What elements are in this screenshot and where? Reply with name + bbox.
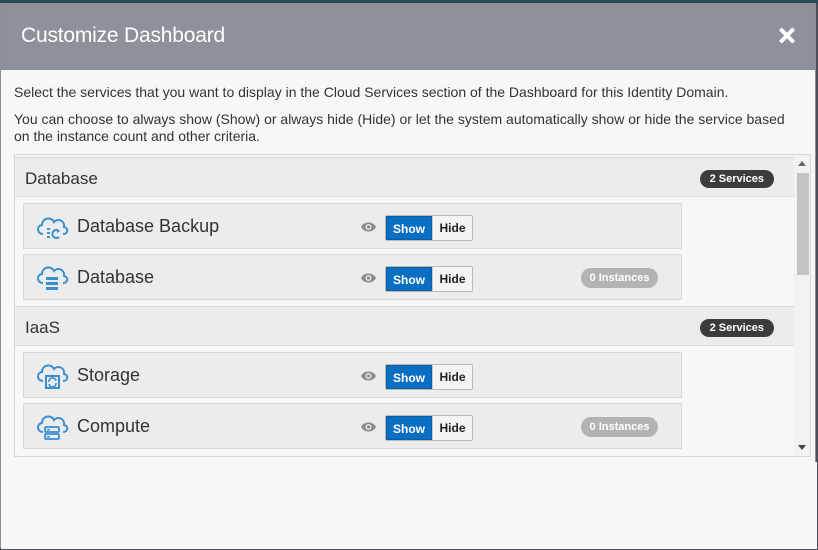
service-name: Compute bbox=[77, 416, 151, 436]
show-button[interactable]: Show bbox=[386, 216, 432, 240]
dialog-title: Customize Dashboard bbox=[21, 24, 225, 47]
scroll-up-arrow-icon[interactable] bbox=[798, 161, 806, 166]
section-title: IaaS bbox=[25, 318, 60, 337]
hide-button[interactable]: Hide bbox=[432, 216, 472, 240]
intro-text-1: Select the services that you want to dis… bbox=[14, 84, 729, 100]
intro-text-2: You can choose to always show (Show) or … bbox=[14, 111, 785, 144]
service-name: Storage bbox=[77, 365, 141, 385]
cloud-storage-icon bbox=[37, 364, 69, 389]
dialog-header: Customize Dashboard bbox=[1, 4, 815, 70]
visibility-toggle: Show Hide bbox=[385, 215, 473, 241]
visibility-toggle: Show Hide bbox=[385, 266, 473, 292]
eye-icon bbox=[361, 222, 376, 232]
cloud-compute-icon bbox=[37, 415, 69, 440]
vertical-scrollbar[interactable] bbox=[794, 155, 810, 456]
eye-icon bbox=[361, 371, 376, 381]
hide-button[interactable]: Hide bbox=[432, 267, 472, 291]
show-button[interactable]: Show bbox=[386, 267, 432, 291]
service-row-compute: Compute Show Hide 0 Instances bbox=[23, 403, 682, 449]
section-title: Database bbox=[25, 169, 98, 188]
customize-dashboard-dialog: Customize Dashboard Select the services … bbox=[0, 3, 817, 549]
instances-badge: 0 Instances bbox=[581, 417, 658, 437]
services-count-badge: 2 Services bbox=[699, 319, 774, 337]
scroll-down-arrow-icon[interactable] bbox=[798, 445, 806, 450]
service-row-database: Database Show Hide 0 Instances bbox=[23, 254, 682, 300]
hide-button[interactable]: Hide bbox=[432, 416, 472, 440]
dialog-footer-area bbox=[1, 462, 817, 549]
eye-icon bbox=[361, 273, 376, 283]
services-list[interactable]: Database 2 Services Database Backup Show… bbox=[14, 154, 811, 457]
service-name: Database bbox=[77, 267, 155, 287]
visibility-toggle: Show Hide bbox=[385, 364, 473, 390]
service-name: Database Backup bbox=[77, 216, 220, 236]
instances-badge: 0 Instances bbox=[581, 268, 658, 288]
visibility-toggle: Show Hide bbox=[385, 415, 473, 441]
cloud-database-icon bbox=[37, 266, 69, 290]
eye-icon bbox=[361, 422, 376, 432]
section-header-iaas: IaaS 2 Services bbox=[15, 306, 794, 346]
show-button[interactable]: Show bbox=[386, 416, 432, 440]
section-header-database: Database 2 Services bbox=[15, 157, 794, 197]
services-count-badge: 2 Services bbox=[699, 170, 774, 188]
close-icon[interactable] bbox=[775, 24, 799, 48]
service-row-database-backup: Database Backup Show Hide bbox=[23, 203, 682, 249]
hide-button[interactable]: Hide bbox=[432, 365, 472, 389]
service-row-storage: Storage Show Hide bbox=[23, 352, 682, 398]
cloud-backup-icon bbox=[37, 217, 69, 239]
scrollbar-thumb[interactable] bbox=[797, 173, 809, 275]
show-button[interactable]: Show bbox=[386, 365, 432, 389]
